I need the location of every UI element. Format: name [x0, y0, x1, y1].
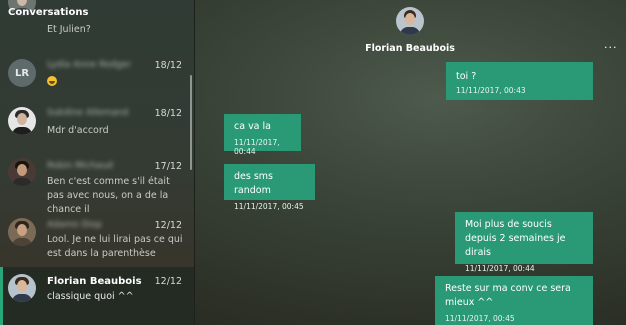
conversation-item-active[interactable]: Florian Beaubois 12/12 classique quoi ^^ — [0, 267, 194, 325]
conversation-date: 12/12 — [154, 276, 182, 287]
message-text: Reste sur ma conv ce sera mieux ^^ — [445, 283, 571, 308]
avatar — [8, 274, 36, 302]
avatar: LR — [8, 59, 36, 87]
message-outgoing[interactable]: toi ? 11/11/2017, 00:43 — [446, 62, 593, 100]
message-incoming[interactable]: ca va la 11/11/2017, 00:44 — [224, 114, 301, 156]
conversation-preview: Lool. Je ne lui lirai pas ce qui est dan… — [47, 234, 183, 259]
conversation-date: 12/12 — [154, 220, 182, 231]
avatar — [8, 158, 36, 186]
conversation-preview: Et Julien? — [47, 24, 91, 35]
conversation-item[interactable]: Adamo Diop 12/12 Lool. Je ne lui lirai p… — [0, 210, 194, 266]
conversation-sidebar: Et Julien? LR Lydia Anne Rodger 18/12 Su… — [0, 0, 195, 325]
message-time: 11/11/2017, 00:45 — [234, 202, 304, 211]
conversation-preview: classique quoi ^^ — [47, 291, 134, 302]
conversation-item[interactable]: Robin Michaud 17/12 Ben c'est comme s'il… — [0, 150, 194, 215]
sidebar-title: Conversations — [8, 7, 89, 18]
message-time: 11/11/2017, 00:43 — [456, 86, 526, 95]
message-outgoing[interactable]: Moi plus de soucis depuis 2 semaines je … — [455, 212, 593, 273]
avatar — [8, 107, 36, 135]
conversation-name: Adamo Diop — [47, 220, 103, 230]
conversation-name: Robin Michaud — [47, 161, 113, 171]
conversation-item[interactable]: Sukdine Allemand 18/12 Mdr d'accord — [0, 96, 194, 144]
message-text: des sms random — [234, 171, 273, 196]
avatar — [8, 218, 36, 246]
conversation-name: Sukdine Allemand — [47, 108, 129, 118]
message-time: 11/11/2017, 00:45 — [445, 314, 515, 323]
conversation-date: 17/12 — [154, 161, 182, 172]
conversation-preview — [47, 74, 187, 88]
active-indicator — [0, 267, 3, 325]
laughing-emoji-icon — [47, 75, 57, 86]
conversation-list: Et Julien? LR Lydia Anne Rodger 18/12 Su… — [0, 0, 194, 325]
conversation-name: Florian Beaubois — [47, 276, 142, 287]
message-text: ca va la — [234, 121, 271, 132]
conversation-item[interactable]: LR Lydia Anne Rodger 18/12 — [0, 48, 194, 96]
more-options-icon[interactable]: ··· — [604, 41, 618, 54]
message-incoming[interactable]: des sms random 11/11/2017, 00:45 — [224, 164, 315, 211]
conversation-preview: Mdr d'accord — [47, 125, 109, 136]
conversation-name: Lydia Anne Rodger — [47, 60, 132, 70]
message-time: 11/11/2017, 00:44 — [465, 264, 535, 273]
conversation-date: 18/12 — [154, 60, 182, 71]
sidebar-scrollbar[interactable] — [190, 75, 192, 170]
contact-name: Florian Beaubois — [365, 43, 455, 54]
message-time: 11/11/2017, 00:44 — [234, 138, 280, 156]
message-text: toi ? — [456, 71, 477, 82]
contact-avatar[interactable] — [396, 7, 424, 35]
conversation-date: 18/12 — [154, 108, 182, 119]
message-text: Moi plus de soucis depuis 2 semaines je … — [465, 219, 566, 258]
message-outgoing[interactable]: Reste sur ma conv ce sera mieux ^^ 11/11… — [435, 276, 593, 325]
